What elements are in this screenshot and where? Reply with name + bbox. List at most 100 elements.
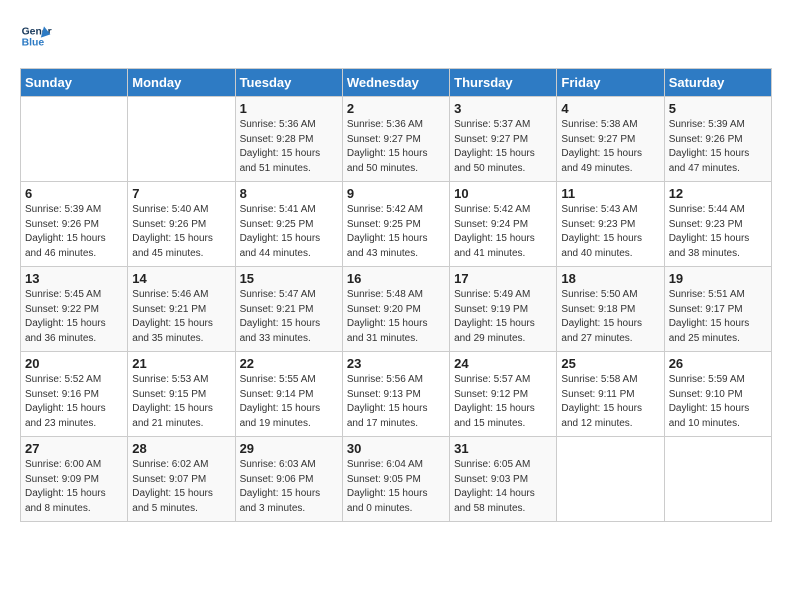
logo-icon: General Blue: [20, 20, 52, 52]
calendar-cell: 29Sunrise: 6:03 AM Sunset: 9:06 PM Dayli…: [235, 437, 342, 522]
day-number: 20: [25, 356, 123, 371]
day-info: Sunrise: 5:43 AM Sunset: 9:23 PM Dayligh…: [561, 203, 659, 261]
calendar-cell: 20 Sunrise: 5:52 AM Sunset: 9:16 PM Dayli…: [21, 352, 128, 437]
day-info: Sunrise: 5:58 AM Sunset: 9:11 PM Dayligh…: [561, 373, 659, 431]
weekday-header: Saturday: [664, 69, 771, 97]
svg-text:Blue: Blue: [22, 38, 45, 49]
day-info: Sunrise: 5:52 AM Sunset: 9:16 PM Dayligh…: [25, 373, 123, 431]
calendar-cell: 2Sunrise: 5:36 AM Sunset: 9:27 PM Daylig…: [342, 97, 449, 182]
calendar-cell: 19 Sunrise: 5:51 AM Sunset: 9:17 PM Dayli…: [664, 267, 771, 352]
day-number: 7: [132, 186, 230, 201]
day-number: 16: [347, 271, 445, 286]
day-number: 2: [347, 101, 445, 116]
day-info: Sunrise: 5:56 AM Sunset: 9:13 PM Dayligh…: [347, 373, 445, 431]
calendar-cell: [664, 437, 771, 522]
weekday-header: Thursday: [450, 69, 557, 97]
calendar-cell: [21, 97, 128, 182]
day-info: Sunrise: 5:45 AM Sunset: 9:22 PM Dayligh…: [25, 288, 123, 346]
calendar-cell: 7 Sunrise: 5:40 AM Sunset: 9:26 PM Daylig…: [128, 182, 235, 267]
weekday-header: Tuesday: [235, 69, 342, 97]
day-info: Sunrise: 5:44 AM Sunset: 9:23 PM Dayligh…: [669, 203, 767, 261]
day-number: 9: [347, 186, 445, 201]
calendar-cell: 22 Sunrise: 5:55 AM Sunset: 9:14 PM Dayli…: [235, 352, 342, 437]
day-number: 26: [669, 356, 767, 371]
day-number: 8: [240, 186, 338, 201]
calendar-cell: 27 Sunrise: 6:00 AM Sunset: 9:09 PM Dayli…: [21, 437, 128, 522]
day-info: Sunrise: 5:51 AM Sunset: 9:17 PM Dayligh…: [669, 288, 767, 346]
day-number: 5: [669, 101, 767, 116]
logo: General Blue: [20, 20, 56, 52]
calendar-cell: 3 Sunrise: 5:37 AM Sunset: 9:27 PM Daylig…: [450, 97, 557, 182]
calendar-cell: [128, 97, 235, 182]
weekday-header: Monday: [128, 69, 235, 97]
calendar-cell: 18 Sunrise: 5:50 AM Sunset: 9:18 PM Dayli…: [557, 267, 664, 352]
day-info: Sunrise: 5:40 AM Sunset: 9:26 PM Dayligh…: [132, 203, 230, 261]
day-info: Sunrise: 5:36 AM Sunset: 9:28 PM Dayligh…: [240, 118, 338, 176]
day-info: Sunrise: 5:39 AM Sunset: 9:26 PM Dayligh…: [25, 203, 123, 261]
calendar-cell: 25 Sunrise: 5:58 AM Sunset: 9:11 PM Dayli…: [557, 352, 664, 437]
day-number: 23: [347, 356, 445, 371]
day-number: 30: [347, 441, 445, 456]
page-header: General Blue: [20, 20, 772, 52]
day-number: 19: [669, 271, 767, 286]
day-number: 24: [454, 356, 552, 371]
day-number: 14: [132, 271, 230, 286]
day-number: 28: [132, 441, 230, 456]
calendar-cell: 4Sunrise: 5:38 AM Sunset: 9:27 PM Daylig…: [557, 97, 664, 182]
calendar-cell: 15 Sunrise: 5:47 AM Sunset: 9:21 PM Dayli…: [235, 267, 342, 352]
calendar-cell: 26 Sunrise: 5:59 AM Sunset: 9:10 PM Dayli…: [664, 352, 771, 437]
day-number: 21: [132, 356, 230, 371]
day-number: 12: [669, 186, 767, 201]
day-number: 15: [240, 271, 338, 286]
day-info: Sunrise: 6:03 AM Sunset: 9:06 PM Dayligh…: [240, 458, 338, 516]
calendar-cell: 23 Sunrise: 5:56 AM Sunset: 9:13 PM Dayli…: [342, 352, 449, 437]
calendar-cell: 12 Sunrise: 5:44 AM Sunset: 9:23 PM Dayli…: [664, 182, 771, 267]
day-info: Sunrise: 5:38 AM Sunset: 9:27 PM Dayligh…: [561, 118, 659, 176]
calendar-cell: 8 Sunrise: 5:41 AM Sunset: 9:25 PM Daylig…: [235, 182, 342, 267]
day-info: Sunrise: 6:05 AM Sunset: 9:03 PM Dayligh…: [454, 458, 552, 516]
day-info: Sunrise: 5:46 AM Sunset: 9:21 PM Dayligh…: [132, 288, 230, 346]
day-info: Sunrise: 5:49 AM Sunset: 9:19 PM Dayligh…: [454, 288, 552, 346]
day-info: Sunrise: 5:47 AM Sunset: 9:21 PM Dayligh…: [240, 288, 338, 346]
day-number: 31: [454, 441, 552, 456]
calendar-cell: 28Sunrise: 6:02 AM Sunset: 9:07 PM Dayli…: [128, 437, 235, 522]
weekday-header: Friday: [557, 69, 664, 97]
day-info: Sunrise: 5:42 AM Sunset: 9:25 PM Dayligh…: [347, 203, 445, 261]
day-number: 18: [561, 271, 659, 286]
calendar-cell: 31 Sunrise: 6:05 AM Sunset: 9:03 PM Dayli…: [450, 437, 557, 522]
day-number: 13: [25, 271, 123, 286]
calendar-cell: 13 Sunrise: 5:45 AM Sunset: 9:22 PM Dayli…: [21, 267, 128, 352]
day-info: Sunrise: 5:48 AM Sunset: 9:20 PM Dayligh…: [347, 288, 445, 346]
day-number: 11: [561, 186, 659, 201]
day-info: Sunrise: 5:59 AM Sunset: 9:10 PM Dayligh…: [669, 373, 767, 431]
day-number: 17: [454, 271, 552, 286]
day-number: 22: [240, 356, 338, 371]
day-info: Sunrise: 5:50 AM Sunset: 9:18 PM Dayligh…: [561, 288, 659, 346]
day-number: 3: [454, 101, 552, 116]
day-number: 27: [25, 441, 123, 456]
calendar-cell: 16 Sunrise: 5:48 AM Sunset: 9:20 PM Dayli…: [342, 267, 449, 352]
calendar-cell: 17 Sunrise: 5:49 AM Sunset: 9:19 PM Dayli…: [450, 267, 557, 352]
day-info: Sunrise: 5:39 AM Sunset: 9:26 PM Dayligh…: [669, 118, 767, 176]
day-info: Sunrise: 5:55 AM Sunset: 9:14 PM Dayligh…: [240, 373, 338, 431]
day-number: 6: [25, 186, 123, 201]
day-info: Sunrise: 5:42 AM Sunset: 9:24 PM Dayligh…: [454, 203, 552, 261]
calendar-cell: 9 Sunrise: 5:42 AM Sunset: 9:25 PM Daylig…: [342, 182, 449, 267]
day-info: Sunrise: 5:57 AM Sunset: 9:12 PM Dayligh…: [454, 373, 552, 431]
calendar-cell: 14 Sunrise: 5:46 AM Sunset: 9:21 PM Dayli…: [128, 267, 235, 352]
calendar-cell: 5 Sunrise: 5:39 AM Sunset: 9:26 PM Daylig…: [664, 97, 771, 182]
day-number: 10: [454, 186, 552, 201]
day-info: Sunrise: 6:00 AM Sunset: 9:09 PM Dayligh…: [25, 458, 123, 516]
calendar-table: SundayMondayTuesdayWednesdayThursdayFrid…: [20, 68, 772, 522]
calendar-cell: 10 Sunrise: 5:42 AM Sunset: 9:24 PM Dayli…: [450, 182, 557, 267]
calendar-cell: 21 Sunrise: 5:53 AM Sunset: 9:15 PM Dayli…: [128, 352, 235, 437]
calendar-cell: 11 Sunrise: 5:43 AM Sunset: 9:23 PM Dayli…: [557, 182, 664, 267]
day-number: 25: [561, 356, 659, 371]
weekday-header: Sunday: [21, 69, 128, 97]
day-info: Sunrise: 5:41 AM Sunset: 9:25 PM Dayligh…: [240, 203, 338, 261]
day-info: Sunrise: 5:53 AM Sunset: 9:15 PM Dayligh…: [132, 373, 230, 431]
day-info: Sunrise: 5:37 AM Sunset: 9:27 PM Dayligh…: [454, 118, 552, 176]
day-number: 1: [240, 101, 338, 116]
day-info: Sunrise: 6:04 AM Sunset: 9:05 PM Dayligh…: [347, 458, 445, 516]
calendar-cell: [557, 437, 664, 522]
